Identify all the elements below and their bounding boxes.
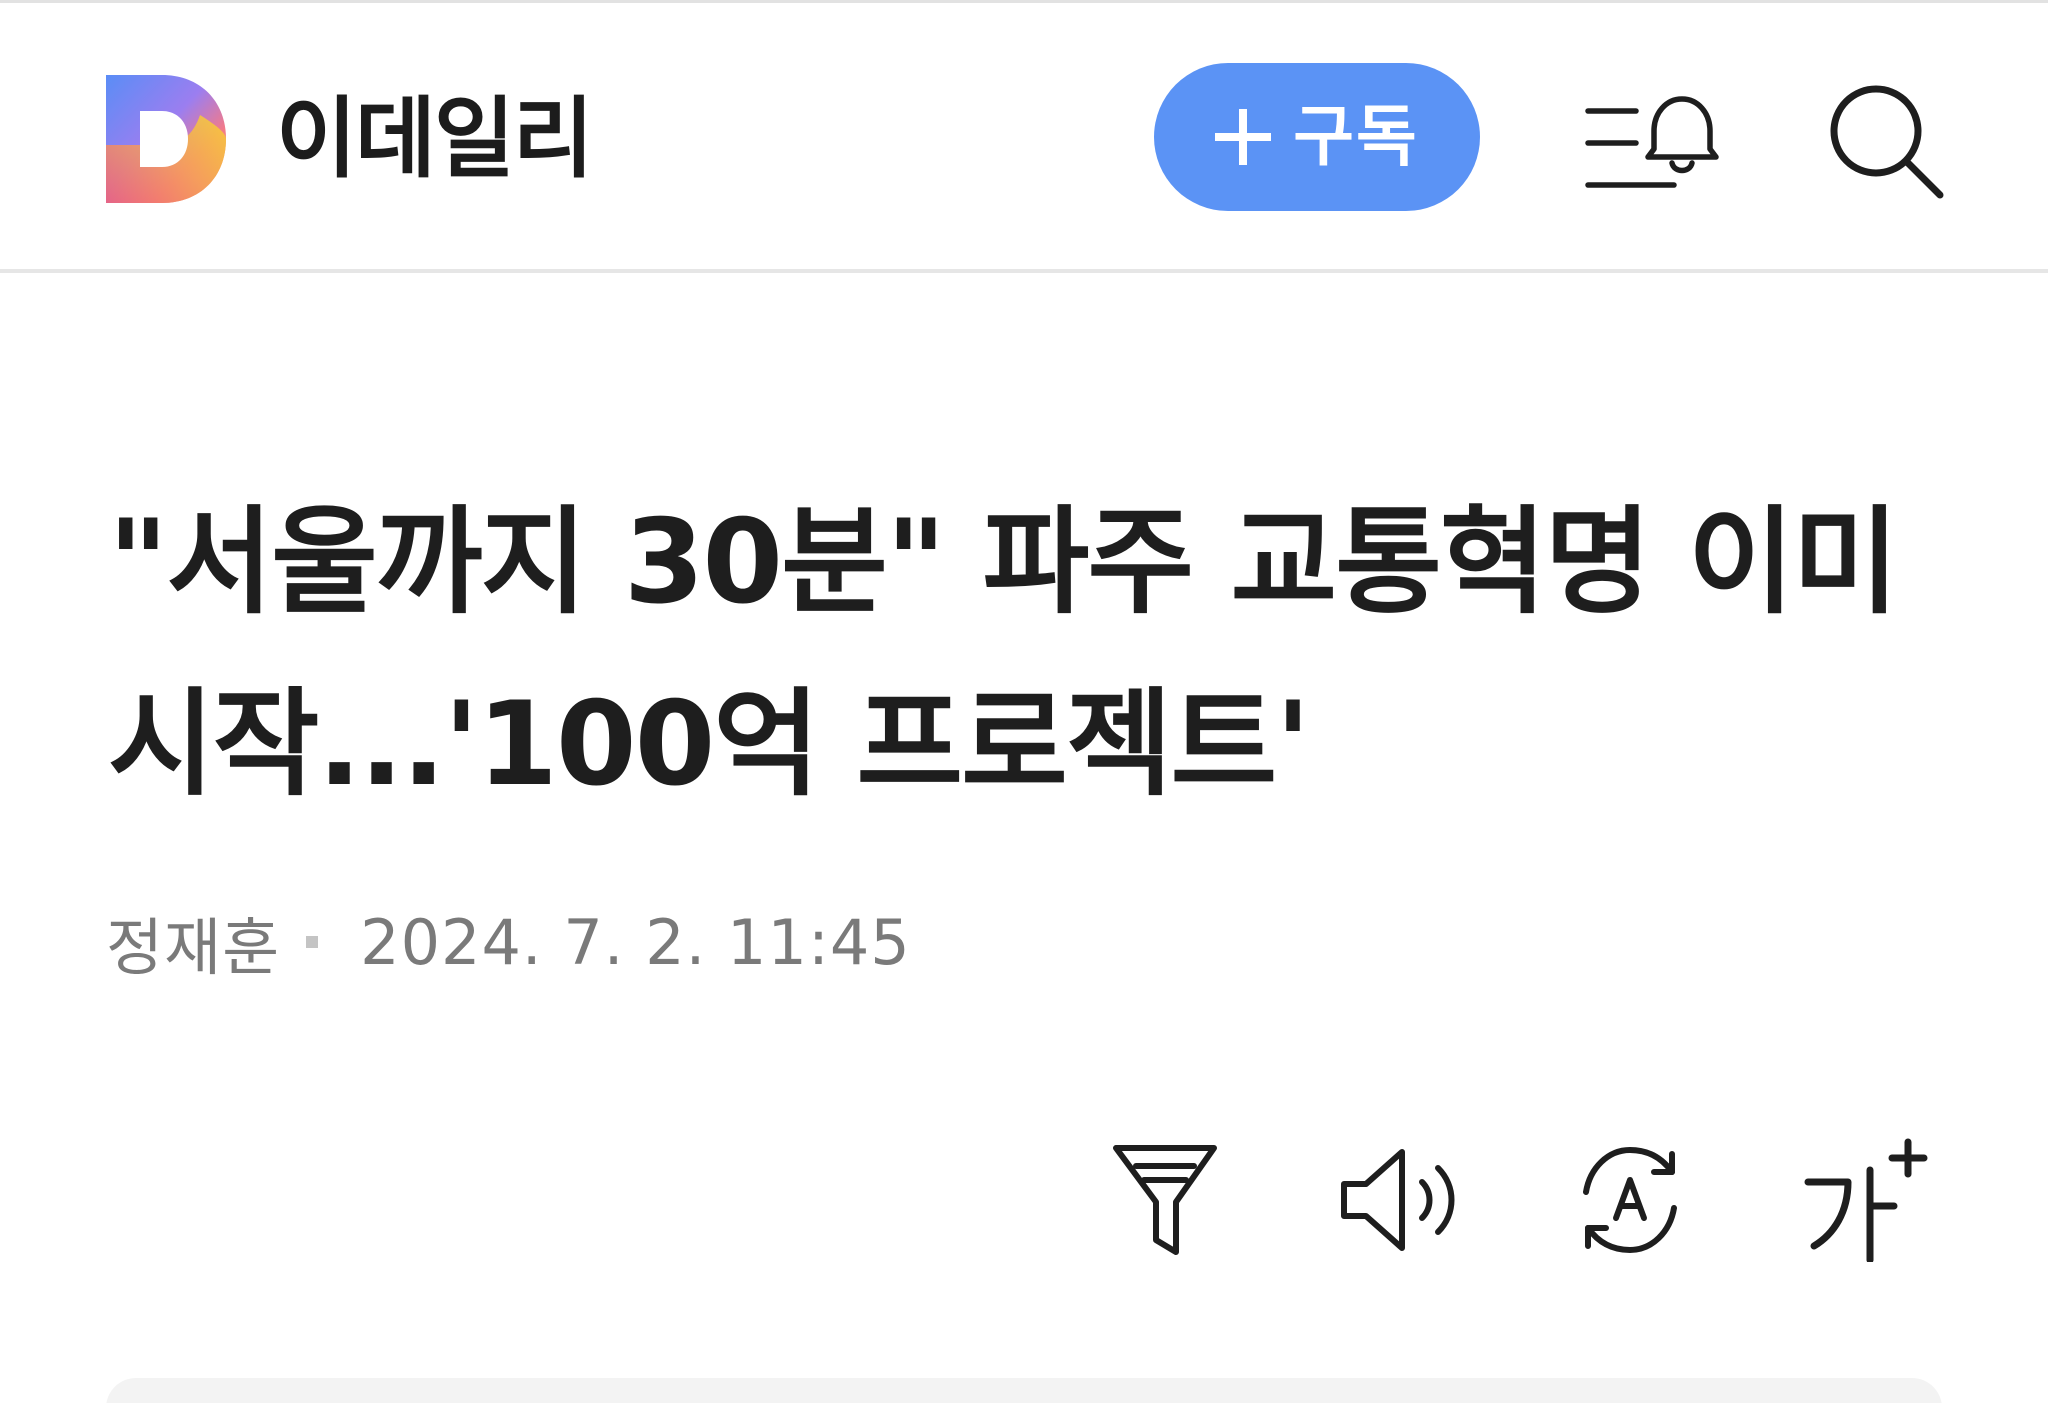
brand-name: 이데일리 [276,87,594,190]
filter-icon[interactable] [1110,1140,1220,1260]
speaker-icon[interactable] [1336,1144,1464,1256]
article-body-box [106,1378,1942,1403]
auto-translate-icon[interactable] [1568,1140,1692,1260]
site-header: 이데일리 구독 [0,3,2048,273]
article-page: 이데일리 구독 "서울까지 30분" 파주 교통혁명 이미 시작...'100억… [0,0,2048,1403]
search-icon[interactable] [1826,81,1946,201]
subscribe-label: 구독 [1293,98,1419,175]
article-meta: 정재훈 2024. 7. 2. 11:45 [106,902,911,985]
meta-separator [306,936,319,948]
author-name[interactable]: 정재훈 [106,897,280,987]
publish-date: 2024. 7. 2. 11:45 [360,905,911,979]
article-headline: "서울까지 30분" 파주 교통혁명 이미 시작...'100억 프로젝트' [108,495,1899,812]
brand[interactable]: 이데일리 [104,75,594,203]
edaily-logo-icon [106,75,226,203]
subscribe-button[interactable]: 구독 [1154,63,1480,211]
menu-bell-icon[interactable] [1582,85,1722,195]
plus-icon [1215,109,1272,165]
font-size-icon[interactable] [1800,1136,1930,1262]
